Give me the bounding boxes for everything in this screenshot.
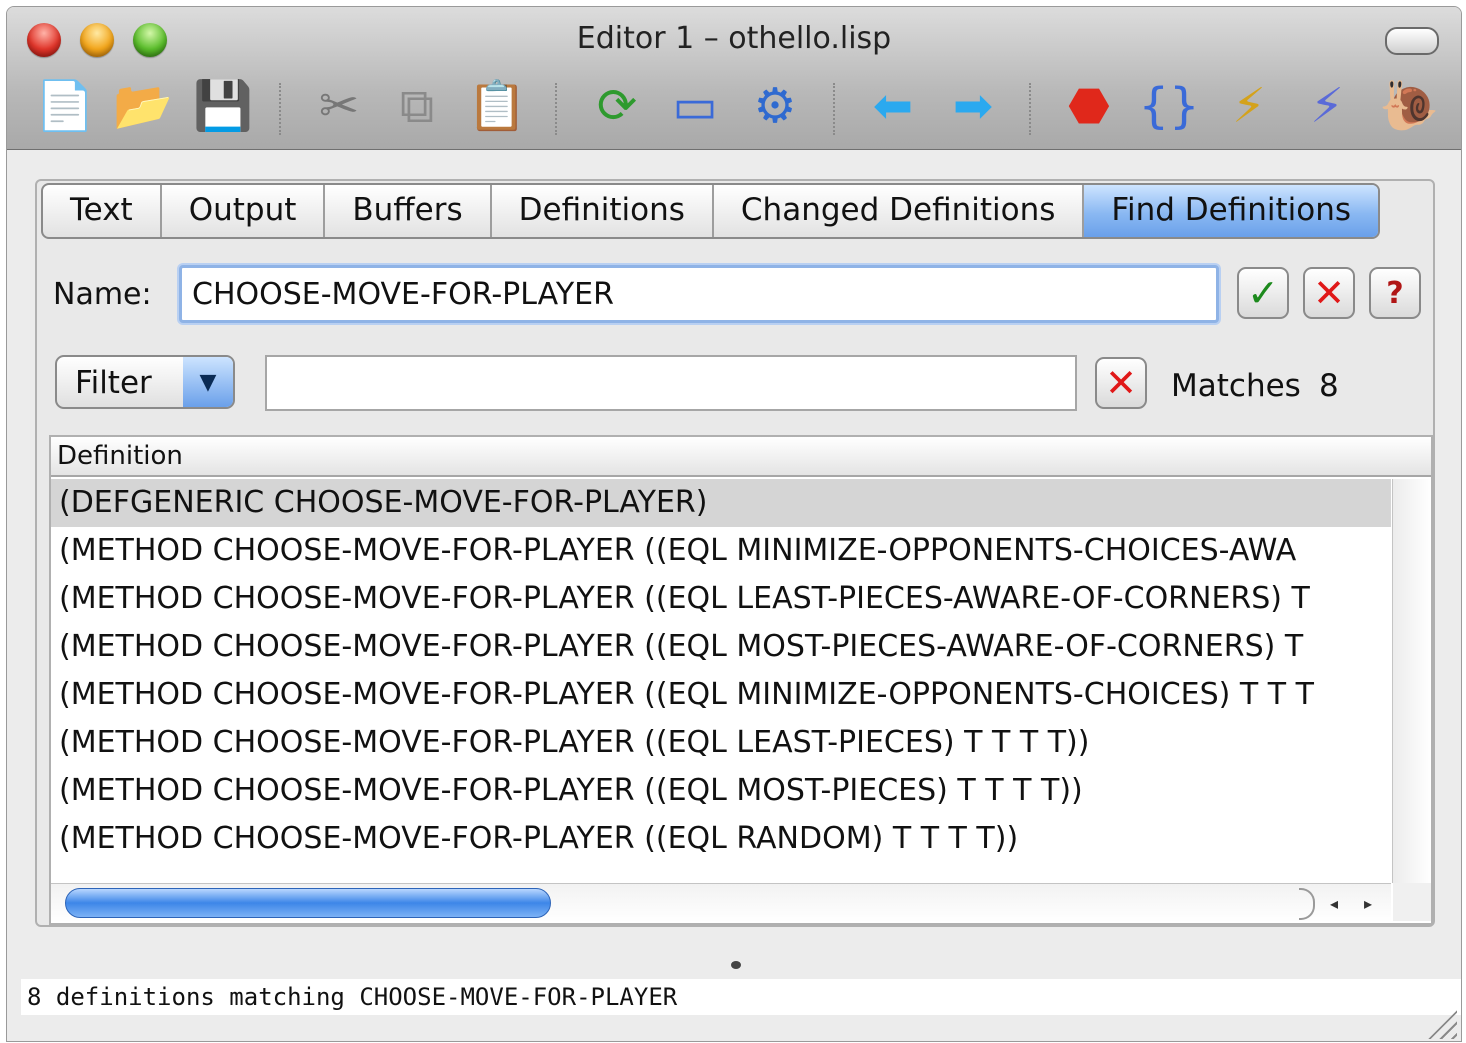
compile-icon[interactable]: {} xyxy=(1138,75,1199,137)
cut-icon[interactable]: ✂ xyxy=(309,75,369,137)
toolbar-separator xyxy=(833,83,837,135)
red-x-icon: ✕ xyxy=(1105,361,1137,405)
profile-icon[interactable]: ⚡ xyxy=(1219,75,1279,137)
busy-indicator-icon xyxy=(731,961,741,969)
horizontal-scrollbar[interactable]: ◂ ▸ xyxy=(51,883,1391,922)
new-document-icon[interactable]: 📄 xyxy=(35,75,95,137)
tab-changed-definitions[interactable]: Changed Definitions xyxy=(714,185,1085,237)
title-bar: Editor 1 – othello.lisp 📄 📂 💾 ✂ ⧉ 📋 ⟳ ▭ ⚙ ⬅ ➡ ⬣ {} ⚡ ⚡… xyxy=(7,7,1461,150)
help-icon: ? xyxy=(1386,275,1404,311)
filter-label: Filter xyxy=(75,365,152,401)
tools-icon[interactable]: ⚙ xyxy=(745,75,805,137)
toolbar-toggle-button[interactable] xyxy=(1385,27,1439,55)
list-item[interactable]: (METHOD CHOOSE-MOVE-FOR-PLAYER ((EQL LEA… xyxy=(51,719,1391,767)
back-arrow-icon[interactable]: ⬅ xyxy=(863,75,923,137)
list-item[interactable]: (METHOD CHOOSE-MOVE-FOR-PLAYER ((EQL MIN… xyxy=(51,671,1391,719)
scroll-corner xyxy=(1393,883,1431,921)
copy-icon[interactable]: ⧉ xyxy=(387,75,447,137)
toolbar-separator xyxy=(555,83,559,135)
trace-icon[interactable]: ⚡ xyxy=(1297,75,1357,137)
scroll-left-arrow-icon[interactable]: ◂ xyxy=(1321,890,1347,916)
refresh-icon[interactable]: ⟳ xyxy=(587,75,647,137)
scroll-right-arrow-icon[interactable]: ▸ xyxy=(1355,890,1381,916)
save-icon[interactable]: 💾 xyxy=(193,75,253,137)
open-folder-icon[interactable]: 📂 xyxy=(113,75,173,137)
list-item[interactable]: (DEFGENERIC CHOOSE-MOVE-FOR-PLAYER) xyxy=(51,479,1391,527)
checkmark-icon: ✓ xyxy=(1247,271,1279,315)
red-x-icon: ✕ xyxy=(1313,271,1345,315)
name-input[interactable] xyxy=(179,265,1219,323)
help-button[interactable]: ? xyxy=(1369,267,1421,319)
vertical-scrollbar[interactable] xyxy=(1392,479,1431,883)
list-item[interactable]: (METHOD CHOOSE-MOVE-FOR-PLAYER ((EQL MIN… xyxy=(51,527,1391,575)
cancel-button[interactable]: ✕ xyxy=(1303,267,1355,319)
scroll-track-end xyxy=(1299,888,1315,920)
step-icon[interactable]: 🐌 xyxy=(1379,75,1439,137)
matches-count: 8 xyxy=(1319,368,1339,404)
status-bar: 8 definitions matching CHOOSE-MOVE-FOR-P… xyxy=(21,979,1461,1015)
tab-text[interactable]: Text xyxy=(43,185,162,237)
horizontal-scroll-thumb[interactable] xyxy=(65,888,551,918)
list-item[interactable]: (METHOD CHOOSE-MOVE-FOR-PLAYER ((EQL MOS… xyxy=(51,767,1391,815)
paste-icon[interactable]: 📋 xyxy=(467,75,527,137)
tab-definitions[interactable]: Definitions xyxy=(492,185,714,237)
chevron-down-icon: ▼ xyxy=(183,357,233,407)
toolbar-separator xyxy=(279,83,283,135)
tab-find-definitions[interactable]: Find Definitions xyxy=(1084,185,1379,237)
tab-bar: Text Output Buffers Definitions Changed … xyxy=(41,183,1381,239)
tab-output[interactable]: Output xyxy=(162,185,326,237)
filter-input[interactable] xyxy=(265,355,1077,411)
matches-label: Matches xyxy=(1171,368,1301,404)
definition-column-header[interactable]: Definition xyxy=(51,437,1431,477)
list-item[interactable]: (METHOD CHOOSE-MOVE-FOR-PLAYER ((EQL RAN… xyxy=(51,815,1391,863)
editor-window: Editor 1 – othello.lisp 📄 📂 💾 ✂ ⧉ 📋 ⟳ ▭ ⚙ ⬅ ➡ ⬣ {} ⚡ ⚡… xyxy=(6,6,1462,1042)
stop-icon[interactable]: ⬣ xyxy=(1059,75,1119,137)
definitions-list: Definition (DEFGENERIC CHOOSE-MOVE-FOR-P… xyxy=(49,435,1433,925)
window-icon[interactable]: ▭ xyxy=(665,75,725,137)
window-title: Editor 1 – othello.lisp xyxy=(576,21,892,56)
forward-arrow-icon[interactable]: ➡ xyxy=(943,75,1003,137)
tab-buffers[interactable]: Buffers xyxy=(325,185,492,237)
confirm-button[interactable]: ✓ xyxy=(1237,267,1289,319)
name-label: Name: xyxy=(53,277,152,312)
clear-filter-button[interactable]: ✕ xyxy=(1095,357,1147,409)
toolbar-separator xyxy=(1029,83,1033,135)
list-item[interactable]: (METHOD CHOOSE-MOVE-FOR-PLAYER ((EQL MOS… xyxy=(51,623,1391,671)
filter-dropdown[interactable]: Filter ▼ xyxy=(55,355,235,409)
column-header-label: Definition xyxy=(57,441,183,471)
definitions-rows: (DEFGENERIC CHOOSE-MOVE-FOR-PLAYER) (MET… xyxy=(51,479,1391,883)
list-item[interactable]: (METHOD CHOOSE-MOVE-FOR-PLAYER ((EQL LEA… xyxy=(51,575,1391,623)
